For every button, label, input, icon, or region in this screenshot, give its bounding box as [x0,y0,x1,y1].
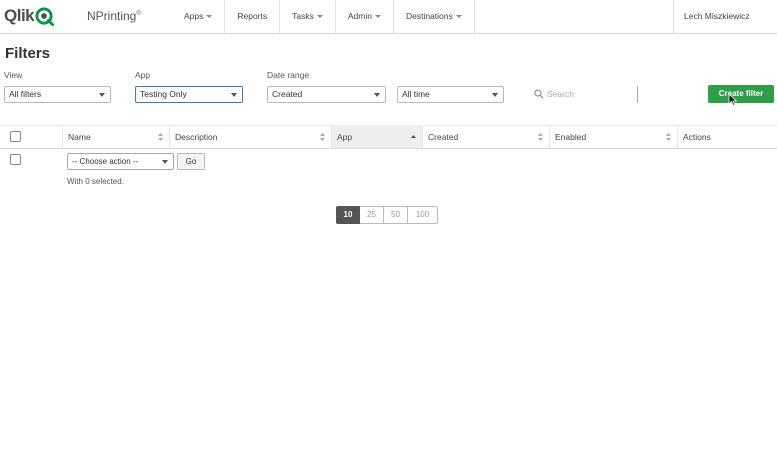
page-size-50[interactable]: 50 [384,206,408,224]
chevron-down-icon [316,15,323,19]
go-button[interactable]: Go [177,153,205,170]
create-filter-button[interactable]: Create filter [708,85,774,103]
caret-down-icon [374,93,380,97]
column-enabled[interactable]: Enabled [549,126,677,148]
column-name[interactable]: Name [62,126,169,148]
caret-down-icon [99,93,105,97]
caret-down-icon [492,93,498,97]
sort-icon [320,133,325,141]
sort-icon [158,133,163,141]
app-select[interactable]: Testing Only [135,86,243,103]
column-created[interactable]: Created [422,126,549,148]
mouse-cursor-icon [728,93,738,107]
nav-reports[interactable]: Reports [224,0,279,33]
nav-admin[interactable]: Admin [334,0,393,33]
table-header: Name Description App Created Enabled Act… [0,125,777,149]
time-select[interactable]: All time [397,86,504,103]
select-all-checkbox[interactable] [10,131,21,142]
caret-down-icon [231,93,237,97]
column-app[interactable]: App [331,126,422,148]
nav-tasks[interactable]: Tasks [279,0,335,33]
row-checkbox[interactable] [10,154,21,165]
search-input[interactable]: Search [531,86,638,103]
nav-apps[interactable]: Apps [172,0,224,33]
chevron-down-icon [206,15,213,19]
date-range-select[interactable]: Created [267,86,386,103]
caret-down-icon [162,160,168,164]
page-size-selector: 10 25 50 100 [336,206,438,224]
sort-icon [538,133,543,141]
selected-count-text: With 0 selected. [67,177,124,186]
nav-destinations[interactable]: Destinations [392,0,475,33]
product-name: NPrinting® [87,9,141,23]
page-size-10[interactable]: 10 [336,206,360,224]
sort-icon [666,133,671,141]
qlik-q-icon [35,6,55,26]
bulk-action-select[interactable]: -- Choose action -- [67,153,174,170]
column-description[interactable]: Description [169,126,331,148]
chevron-down-icon [455,15,462,19]
app-label: App [135,70,151,80]
qlik-logo[interactable]: Qlik [4,6,55,26]
chevron-down-icon [374,15,381,19]
main-nav: Apps Reports Tasks Admin Destinations [172,0,475,33]
sort-ascending-icon [411,135,416,138]
column-actions: Actions [677,126,777,148]
view-select[interactable]: All filters [4,86,111,103]
page-size-25[interactable]: 25 [360,206,384,224]
user-menu[interactable]: Lech Miszkiewicz [673,0,777,33]
view-label: View [4,70,23,80]
page-size-100[interactable]: 100 [408,206,438,224]
top-bar: Qlik NPrinting® Apps Reports Tasks Admin… [0,0,777,34]
date-range-label: Date range [267,70,310,80]
search-icon [534,89,544,99]
page-title: Filters [5,45,51,62]
